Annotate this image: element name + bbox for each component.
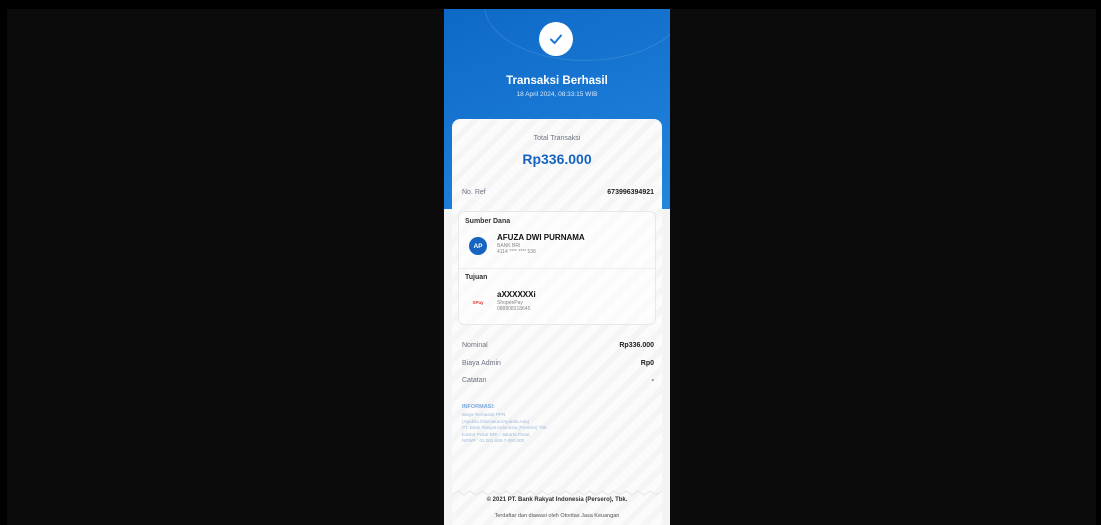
- shopeepay-logo-icon: SPay: [472, 299, 484, 305]
- source-section-label: Sumber Dana: [465, 218, 511, 225]
- information-line: Kantor Pusat BRI - Jakarta Pusat: [462, 431, 530, 437]
- detail-label: Nominal: [462, 342, 488, 349]
- destination-section-label: Tujuan: [465, 274, 488, 281]
- decorative-arc: [484, 9, 670, 61]
- destination-name: aXXXXXXi: [497, 290, 536, 299]
- total-amount: Rp336.000: [522, 151, 592, 167]
- section-divider: [459, 268, 655, 269]
- total-label: Total Transaksi: [533, 135, 581, 142]
- detail-value: -: [651, 377, 654, 384]
- information-line: Biaya Termasuk PPN: [462, 412, 506, 417]
- source-name: AFUZA DWI PURNAMA: [497, 233, 585, 242]
- footer-regulator-note: Terdaftar dan diawasi oleh Otoritas Jasa…: [494, 513, 620, 519]
- detail-value: Rp0: [640, 360, 654, 367]
- detail-row-notes: Catatan -: [462, 377, 654, 384]
- receipt-screen: Transaksi Berhasil 18 April 2024, 08:33:…: [444, 9, 670, 525]
- information-line: NPWP : 01.001.608.7-093.000: [462, 438, 525, 444]
- detail-label: Biaya Admin: [462, 360, 501, 367]
- information-title: INFORMASI:: [462, 404, 495, 410]
- success-check-icon: [539, 22, 573, 56]
- information-line: PT. Bank Rakyat Indonesia (Persero) Tbk.: [462, 425, 548, 431]
- detail-label: Catatan: [462, 377, 487, 384]
- detail-row-nominal: Nominal Rp336.000: [462, 342, 654, 349]
- information-block: INFORMASI: Biaya Termasuk PPN (Apabila D…: [462, 404, 652, 445]
- ref-row: No. Ref 673996394921: [462, 189, 654, 196]
- ref-value: 673996394921: [607, 189, 654, 196]
- receipt-card: Total Transaksi Rp336.000 No. Ref 673996…: [452, 119, 662, 525]
- source-account: 4114 **** **** 538: [497, 249, 536, 255]
- source-avatar: AP: [469, 237, 487, 255]
- detail-row-admin-fee: Biaya Admin Rp0: [462, 360, 654, 367]
- detail-value: Rp336.000: [619, 342, 654, 349]
- footer-copyright: © 2021 PT. Bank Rakyat Indonesia (Perser…: [486, 497, 628, 503]
- information-line: (Apabila Dikenakan/Apabila Ada): [462, 418, 530, 424]
- transaction-datetime: 18 April 2024, 08:33:15 WIB: [516, 91, 598, 98]
- parties-box: Sumber Dana AP AFUZA DWI PURNAMA BANK BR…: [458, 211, 656, 325]
- receipt-tear-edge: [452, 490, 662, 496]
- ref-label: No. Ref: [462, 189, 486, 196]
- destination-account: 088808318645: [497, 306, 531, 312]
- transaction-status-title: Transaksi Berhasil: [506, 75, 608, 87]
